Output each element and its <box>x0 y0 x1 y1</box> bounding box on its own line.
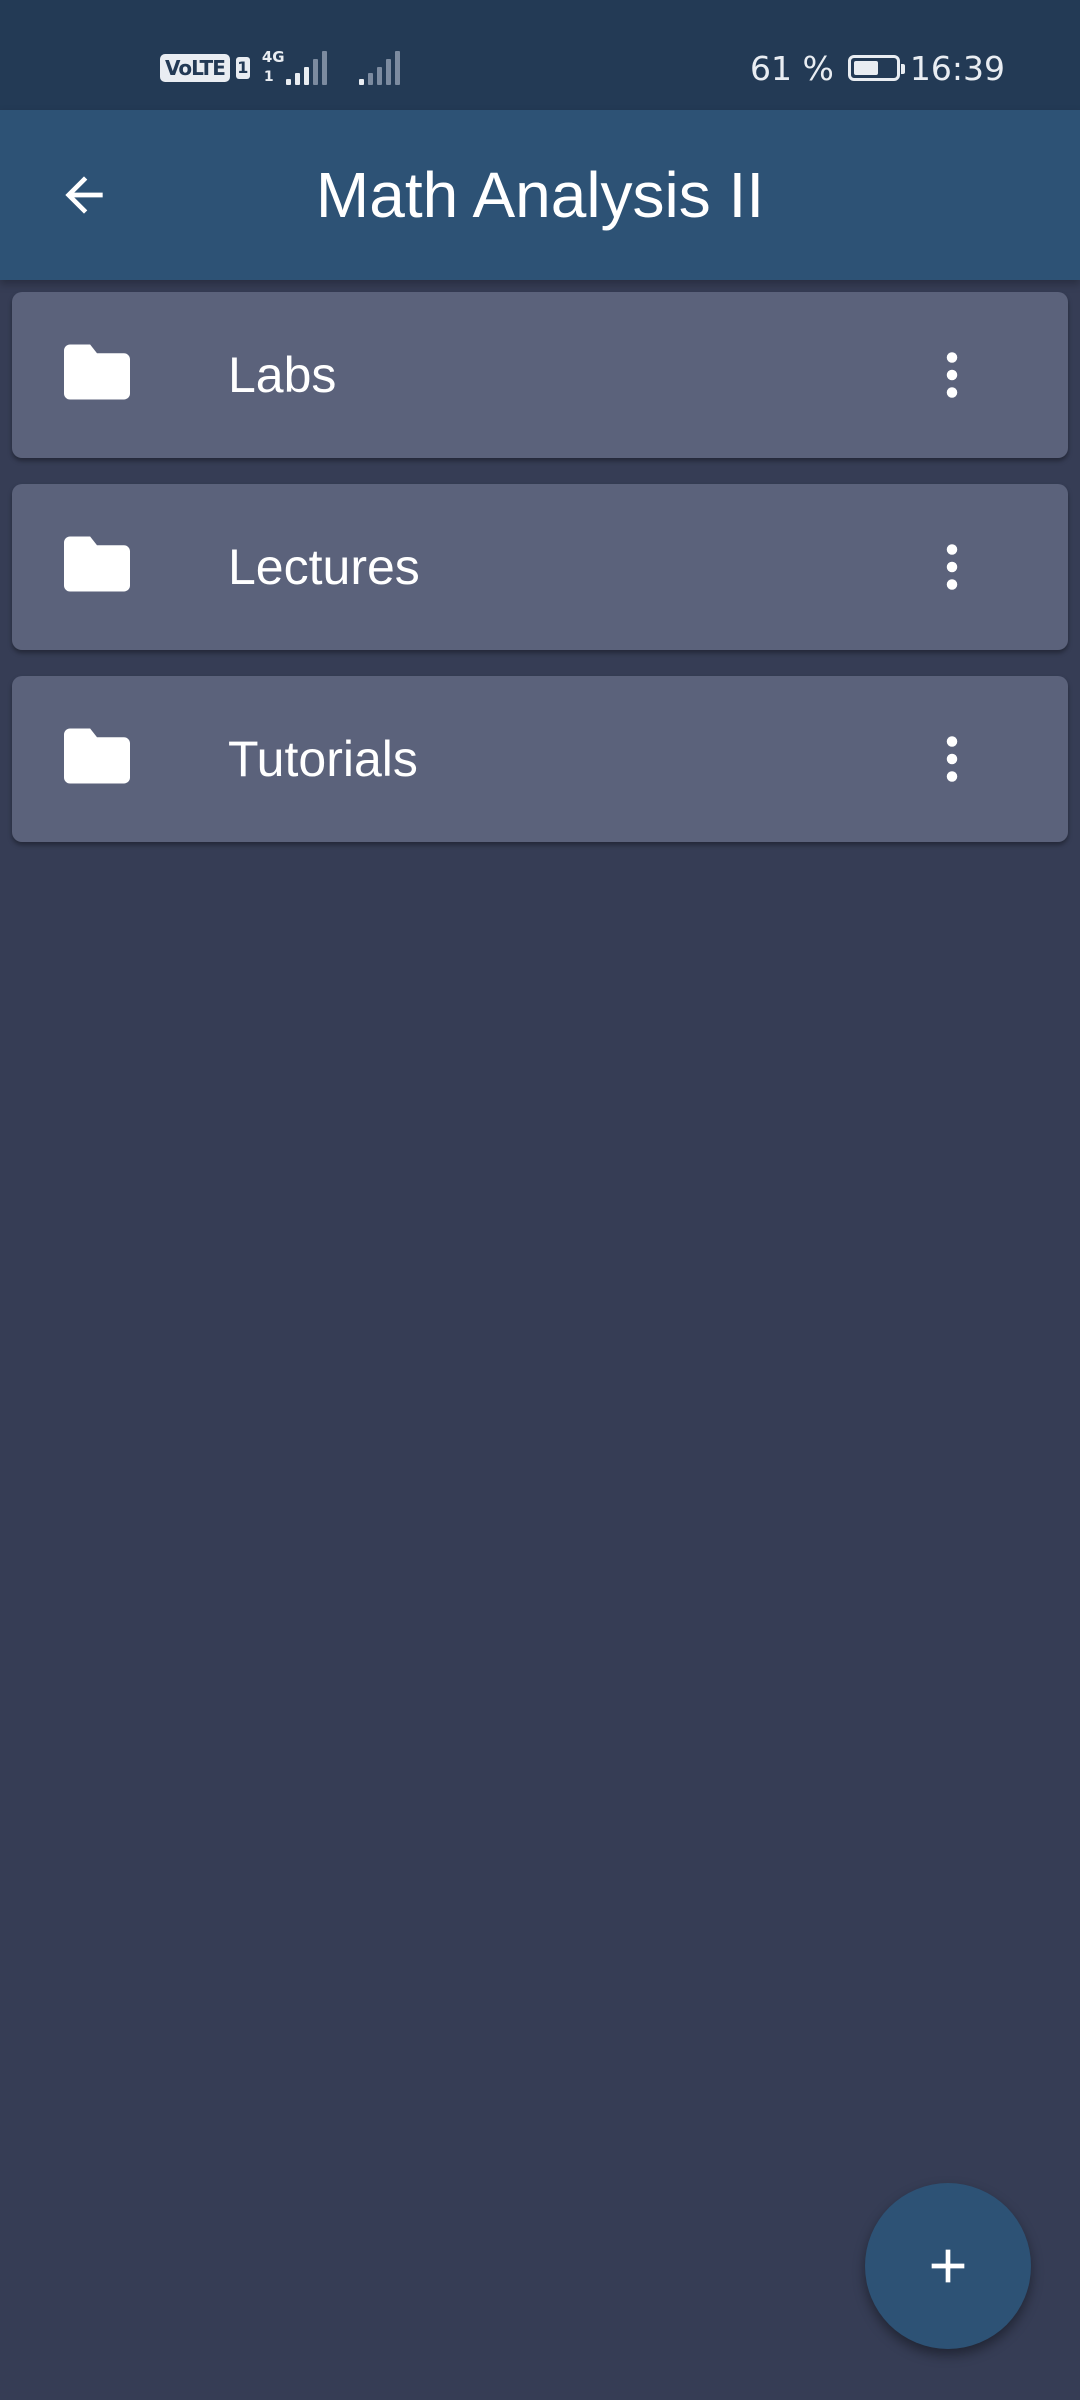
back-button[interactable] <box>44 155 124 235</box>
more-vert-icon <box>946 544 958 590</box>
status-bar: VoLTE 1 4G 1 61 % 16:39 <box>0 0 1080 110</box>
app-bar: Math Analysis II <box>0 110 1080 280</box>
network-type-label: 4G <box>261 48 285 66</box>
plus-icon <box>931 2249 965 2283</box>
list-item-lectures[interactable]: Lectures <box>12 484 1068 650</box>
signal-strength-sim2-icon <box>358 51 404 85</box>
arrow-back-icon <box>65 176 103 214</box>
volte-badge: VoLTE <box>160 54 230 82</box>
status-right-group: 61 % 16:39 <box>750 48 1005 88</box>
list-item-tutorials[interactable]: Tutorials <box>12 676 1068 842</box>
more-options-button[interactable] <box>912 719 992 799</box>
sim-slot-badge: 1 <box>235 57 250 79</box>
folder-icon <box>64 344 130 400</box>
folder-icon <box>64 728 130 784</box>
more-vert-icon <box>946 736 958 782</box>
page-title: Math Analysis II <box>315 159 765 231</box>
network-type-indicator: 4G 1 <box>261 48 285 88</box>
more-options-button[interactable] <box>912 335 992 415</box>
folder-list: Labs Lectures Tutorials <box>12 292 1068 868</box>
folder-label: Labs <box>228 347 337 403</box>
more-vert-icon <box>946 352 958 398</box>
signal-strength-sim1-icon <box>285 51 331 85</box>
folder-icon <box>64 536 130 592</box>
folder-label: Tutorials <box>228 731 418 787</box>
clock: 16:39 <box>909 48 1005 88</box>
network-sub-label: 1 <box>263 69 274 85</box>
more-options-button[interactable] <box>912 527 992 607</box>
folder-label: Lectures <box>228 539 420 595</box>
battery-level-fill <box>853 61 878 75</box>
list-item-labs[interactable]: Labs <box>12 292 1068 458</box>
battery-percentage: 61 % <box>750 48 834 88</box>
battery-icon <box>847 55 905 81</box>
status-left-group: VoLTE 1 4G 1 <box>160 48 404 88</box>
add-folder-button[interactable] <box>865 2183 1031 2349</box>
